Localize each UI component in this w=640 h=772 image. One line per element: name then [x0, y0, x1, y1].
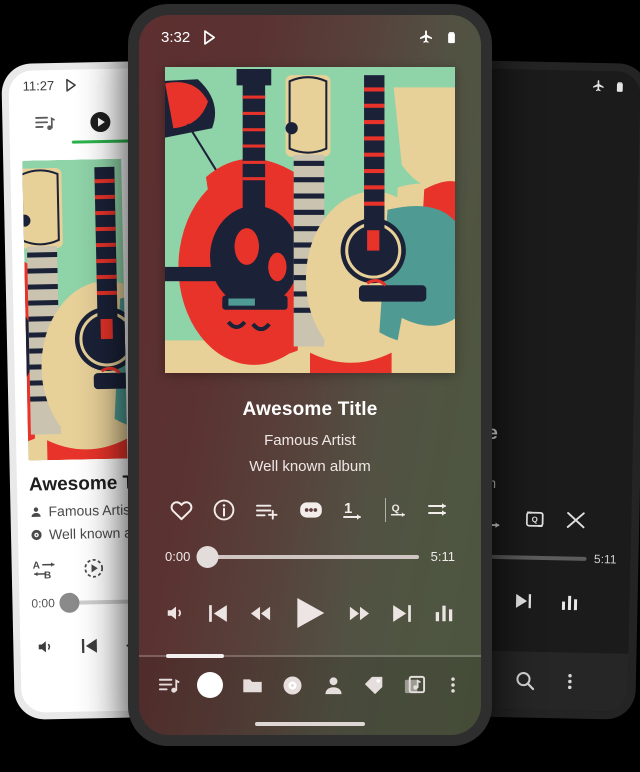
- phone-center-status-bar: 3:32: [139, 15, 481, 59]
- status-time: 11:27: [22, 77, 55, 94]
- nav-genres[interactable]: [362, 674, 385, 697]
- nav-overflow[interactable]: [443, 675, 463, 695]
- tab-playlists[interactable]: [33, 112, 55, 134]
- lyrics-icon[interactable]: [298, 497, 324, 523]
- phone-center-gradient-theme: 3:32 Awesome Title Famous Artist Well kn…: [128, 4, 492, 746]
- previous-track-icon[interactable]: [79, 635, 100, 656]
- nav-tab-indicator-track: [139, 654, 481, 658]
- equalizer-icon[interactable]: [433, 602, 455, 624]
- nav-albums[interactable]: [281, 674, 304, 697]
- seek-position: 0:00: [165, 549, 191, 564]
- album-art[interactable]: [165, 67, 455, 373]
- phone-center-screen: 3:32 Awesome Title Famous Artist Well kn…: [139, 15, 481, 735]
- layout-spacer: [139, 632, 481, 655]
- airplane-mode-icon: [591, 79, 605, 93]
- phone-right-status-bar: [466, 68, 640, 102]
- rewind-icon[interactable]: [249, 602, 272, 625]
- ab-repeat-icon[interactable]: [33, 558, 57, 580]
- shuffle-icon[interactable]: [565, 509, 586, 530]
- favorite-icon[interactable]: [169, 498, 194, 523]
- nav-overflow[interactable]: [560, 671, 580, 691]
- add-to-playlist-icon[interactable]: [255, 499, 280, 522]
- phone-center-seek-bar[interactable]: 0:00 5:11: [139, 523, 481, 568]
- status-time: 3:32: [161, 28, 191, 46]
- play-badge-icon: [62, 77, 77, 92]
- seek-track[interactable]: [196, 545, 419, 568]
- nav-now-playing[interactable]: [197, 672, 224, 698]
- equalizer-icon[interactable]: [559, 592, 579, 612]
- home-indicator[interactable]: [255, 722, 365, 726]
- nav-playlists[interactable]: [157, 674, 180, 697]
- track-title: Awesome Title: [242, 399, 378, 420]
- repeat-one-icon[interactable]: [342, 498, 366, 522]
- phone-center-action-row: [139, 475, 481, 523]
- seek-position: 0:00: [31, 596, 55, 611]
- track-artist: Famous Artist: [264, 432, 356, 449]
- info-icon[interactable]: [212, 498, 236, 522]
- phone-mockup-scene: 11:27 Awesome Title Famous Artist Well k…: [0, 0, 640, 772]
- seek-knob[interactable]: [196, 545, 219, 568]
- volume-icon[interactable]: [165, 602, 187, 624]
- nav-library[interactable]: [403, 674, 426, 697]
- phone-center-track-info: Awesome Title Famous Artist Well known a…: [139, 399, 481, 475]
- phone-center-bottom-nav: [139, 657, 481, 713]
- airplane-mode-icon: [418, 29, 434, 45]
- seek-duration: 5:11: [593, 552, 617, 567]
- repeat-queue-icon[interactable]: [524, 509, 545, 530]
- queue-icon[interactable]: [384, 498, 409, 522]
- fast-forward-icon[interactable]: [348, 602, 371, 625]
- seek-duration: 5:11: [430, 549, 455, 564]
- disc-icon: [30, 528, 43, 541]
- nav-folders[interactable]: [241, 674, 264, 697]
- phone-center-playback-controls: [139, 564, 481, 632]
- track-artist: Famous Artist: [48, 501, 135, 520]
- phone-center-nav-wrapper: [139, 654, 481, 735]
- tab-now-playing[interactable]: [88, 110, 112, 134]
- track-album: Well known album: [249, 458, 371, 475]
- shuffle-arrow-icon[interactable]: [427, 498, 451, 522]
- playback-speed-icon[interactable]: [83, 557, 105, 579]
- seek-track[interactable]: [482, 554, 587, 561]
- battery-icon: [444, 30, 459, 45]
- play-badge-icon: [200, 29, 217, 46]
- volume-icon[interactable]: [36, 637, 55, 656]
- next-track-icon[interactable]: [389, 601, 414, 626]
- previous-track-icon[interactable]: [206, 601, 231, 626]
- home-indicator-bar: [139, 713, 481, 735]
- nav-search[interactable]: [514, 669, 536, 691]
- nav-tab-indicator: [166, 654, 225, 658]
- nav-artists[interactable]: [322, 674, 345, 697]
- next-track-icon[interactable]: [512, 590, 533, 611]
- play-icon[interactable]: [291, 594, 329, 632]
- tab-indicator: [71, 139, 130, 144]
- person-icon: [29, 505, 42, 518]
- battery-icon: [613, 80, 626, 93]
